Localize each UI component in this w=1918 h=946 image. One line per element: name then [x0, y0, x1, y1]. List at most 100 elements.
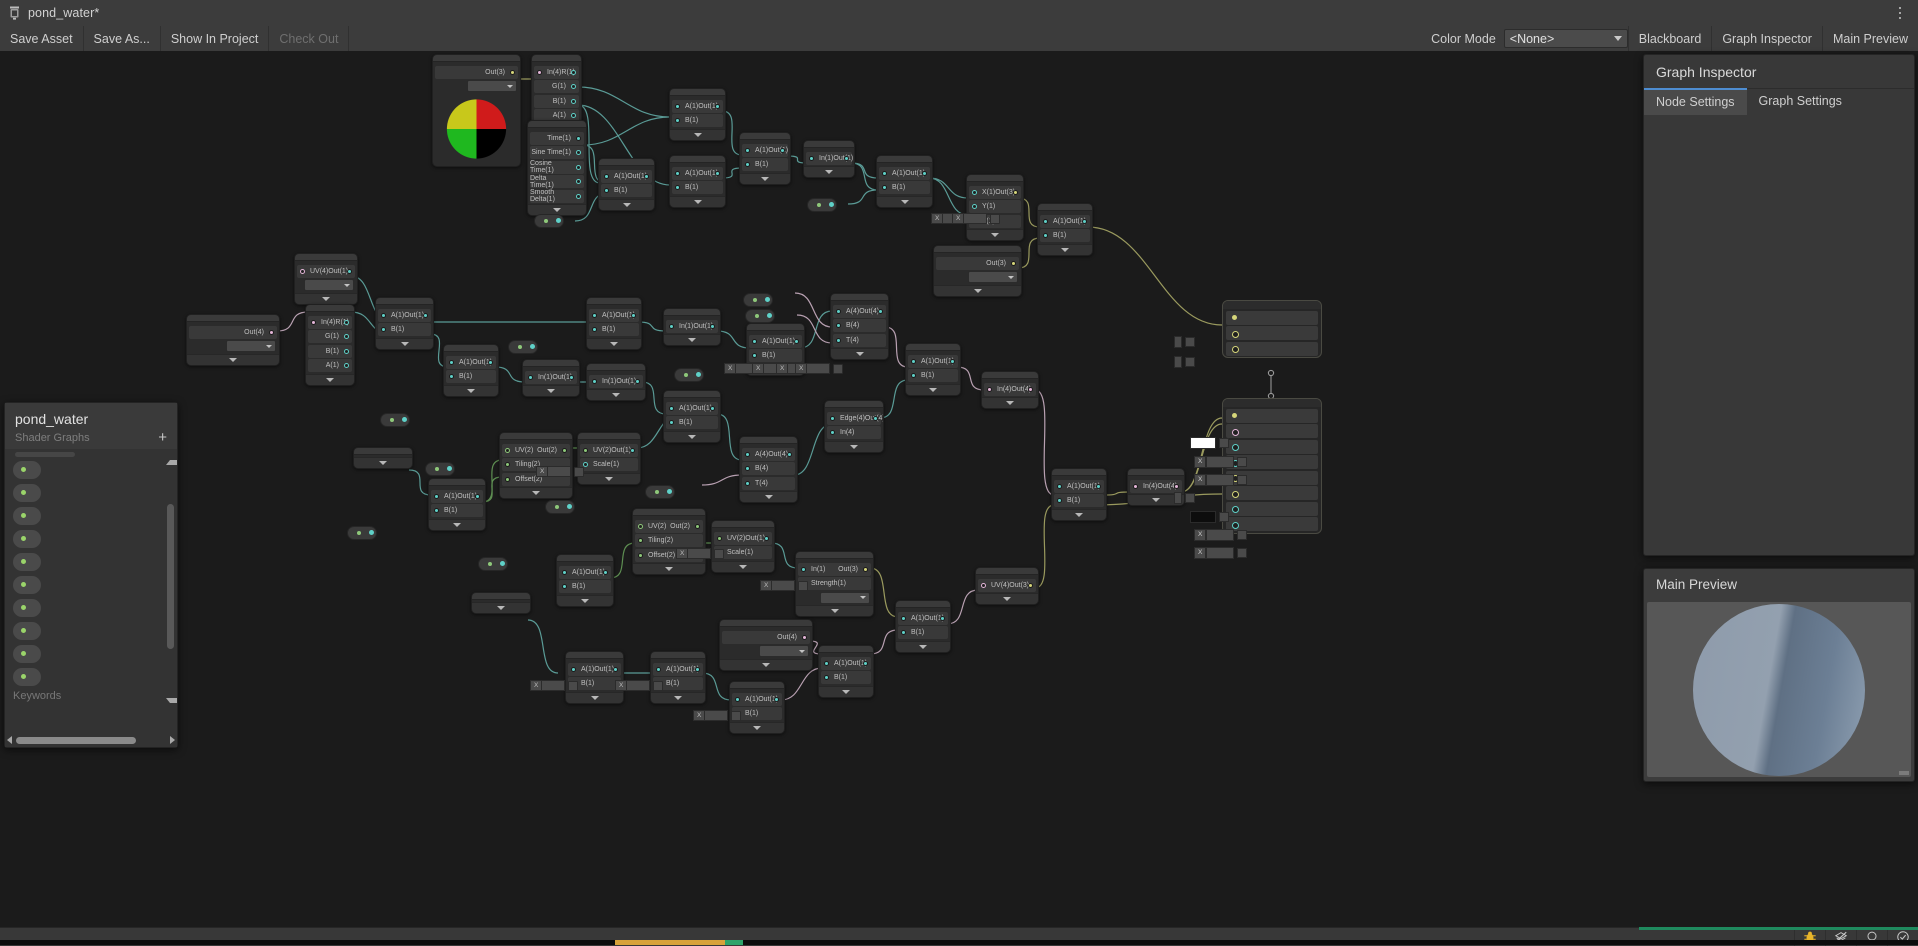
- scroll-up-icon[interactable]: [166, 452, 177, 465]
- output-port[interactable]: [696, 372, 701, 377]
- float-input[interactable]: X: [795, 363, 844, 374]
- node-collapse-toggle[interactable]: [804, 166, 854, 177]
- block-normal[interactable]: [1226, 326, 1318, 340]
- node-dropdown-row[interactable]: [436, 80, 517, 92]
- property-node-waterColor[interactable]: [745, 309, 775, 323]
- float-value[interactable]: [1206, 455, 1235, 468]
- node-collapse-toggle[interactable]: [896, 640, 950, 652]
- node-dropdown-row[interactable]: [298, 279, 354, 291]
- node-collapse-toggle[interactable]: [587, 389, 645, 400]
- node-collapse-toggle[interactable]: [819, 685, 873, 697]
- property-node-hieght[interactable]: [807, 198, 837, 212]
- node-collapse-toggle[interactable]: [934, 284, 1021, 296]
- port-knob-icon[interactable]: [1237, 547, 1248, 558]
- node-collapse-toggle[interactable]: [712, 560, 774, 572]
- node-collapse-toggle[interactable]: [376, 337, 433, 349]
- port-knob-icon[interactable]: [574, 466, 585, 477]
- node-collapse-toggle[interactable]: [976, 593, 1038, 604]
- float-input[interactable]: X: [760, 580, 809, 591]
- property-chip[interactable]: [13, 644, 41, 663]
- property-node-depth[interactable]: [508, 340, 538, 354]
- node-divide[interactable]: A(1) Out(1) B(1): [586, 297, 642, 350]
- window-tab[interactable]: pond_water*: [0, 0, 99, 26]
- blackboard-property-foamSpeed[interactable]: [5, 643, 177, 664]
- port-knob-icon[interactable]: [833, 363, 844, 374]
- node-subtract[interactable]: A(1) Out(1) B(1): [565, 651, 624, 704]
- float-value[interactable]: [541, 680, 566, 691]
- save-asset-button[interactable]: Save Asset: [0, 26, 84, 51]
- property-node-steed[interactable]: [674, 368, 704, 382]
- space-dropdown[interactable]: [1174, 491, 1195, 504]
- node-tiling-and-offset[interactable]: UV(2) Out(2) Tiling(2) Offset(2): [632, 508, 706, 575]
- object-space-slot[interactable]: [1174, 335, 1195, 348]
- float-input[interactable]: X: [530, 680, 579, 691]
- node-collapse-toggle[interactable]: [1052, 508, 1106, 520]
- port-knob-icon[interactable]: [1219, 511, 1229, 522]
- node-screen-position[interactable]: Out(4): [186, 314, 280, 366]
- property-node-speed[interactable]: [534, 214, 564, 228]
- node-collapse-toggle[interactable]: [566, 691, 623, 703]
- node-divide[interactable]: A(1) Out(1) B(1): [729, 681, 785, 734]
- main-preview-canvas[interactable]: [1647, 602, 1911, 777]
- node-one-minus[interactable]: In(1) Out(1): [586, 363, 646, 401]
- port-knob-icon[interactable]: [1219, 437, 1229, 448]
- float-input[interactable]: X: [536, 466, 585, 477]
- dropdown-value[interactable]: [1174, 491, 1182, 504]
- node-collapse-toggle[interactable]: [906, 383, 960, 395]
- blackboard-property-upWaterColor[interactable]: [5, 459, 177, 480]
- show-in-project-button[interactable]: Show In Project: [161, 26, 270, 51]
- node-add[interactable]: A(1) Out(1) B(1): [1051, 468, 1107, 521]
- node-divide[interactable]: A(1) Out(1) B(1): [650, 651, 706, 704]
- property-node-foamArea[interactable]: [380, 413, 410, 427]
- node-subtract[interactable]: A(1) Out(1) B(1): [375, 297, 434, 350]
- blackboard-property-foamScale[interactable]: [5, 620, 177, 641]
- input-port[interactable]: [1232, 506, 1239, 513]
- node-collapse-toggle[interactable]: [967, 229, 1023, 240]
- input-port[interactable]: [1232, 330, 1239, 338]
- color-swatch[interactable]: [1190, 436, 1216, 449]
- node-collapse-toggle[interactable]: [444, 384, 498, 396]
- node-saturate[interactable]: In(4) Out(4): [981, 371, 1039, 409]
- graph-canvas[interactable]: Out(3) In(4) R(1) G(1) B(1) A(1) Time(1) Sine T…: [0, 51, 1918, 927]
- property-chip[interactable]: [13, 460, 41, 479]
- blackboard-property-waterColor[interactable]: [5, 482, 177, 503]
- node-collapse-toggle[interactable]: [730, 721, 784, 733]
- block-emission[interactable]: [1226, 486, 1318, 500]
- node-time[interactable]: Time(1) Sine Time(1) Cosine Time(1) Delta T…: [527, 120, 587, 216]
- node-multiply[interactable]: A(1) Out(1) B(1): [428, 478, 486, 531]
- port-knob-icon[interactable]: [731, 710, 742, 721]
- input-port[interactable]: [1232, 346, 1239, 353]
- node-position[interactable]: Out(3): [933, 245, 1022, 297]
- node-collapse-toggle[interactable]: [796, 605, 873, 616]
- save-as-button[interactable]: Save As...: [84, 26, 161, 51]
- dropdown-control[interactable]: [968, 271, 1018, 283]
- port-knob-icon[interactable]: [1237, 529, 1248, 540]
- node-multiply[interactable]: A(1) Out(1) B(1): [669, 88, 726, 141]
- float-value[interactable]: [963, 213, 988, 224]
- blackboard-horizontal-scrollbar[interactable]: [5, 733, 177, 747]
- tab-graph-settings[interactable]: Graph Settings: [1746, 89, 1854, 115]
- node-add[interactable]: A(1) Out(1) B(1): [895, 600, 951, 653]
- node-collapse-toggle[interactable]: [578, 472, 640, 484]
- node-lerp[interactable]: A(4) Out(4) B(4) T(4): [830, 293, 889, 360]
- dropdown-control[interactable]: [467, 80, 517, 92]
- output-port[interactable]: [667, 489, 672, 494]
- dropdown-control[interactable]: [820, 591, 870, 604]
- node-collapse-toggle[interactable]: [295, 292, 357, 304]
- node-add[interactable]: A(1) Out(1) B(1): [1037, 203, 1093, 256]
- graph-inspector-toggle-button[interactable]: Graph Inspector: [1711, 26, 1822, 51]
- blackboard-property-list[interactable]: Keywords: [5, 449, 177, 733]
- node-collapse-toggle[interactable]: [354, 457, 412, 468]
- blackboard-property-reflactionScale[interactable]: [5, 528, 177, 549]
- input-port[interactable]: [1232, 428, 1239, 436]
- float-value[interactable]: [806, 363, 831, 374]
- node-add[interactable]: A(1) Out(1) B(1): [739, 132, 791, 185]
- node-collapse-toggle[interactable]: [557, 594, 613, 606]
- node-saturate[interactable]: In(1) Out(1): [522, 359, 580, 397]
- block-spritemask[interactable]: [1226, 424, 1318, 438]
- float-value[interactable]: [1206, 528, 1235, 541]
- object-space-slot[interactable]: [1174, 355, 1195, 368]
- add-property-button[interactable]: +: [158, 430, 167, 445]
- node-preview[interactable]: [435, 93, 518, 164]
- blackboard-property-steed[interactable]: [5, 666, 177, 687]
